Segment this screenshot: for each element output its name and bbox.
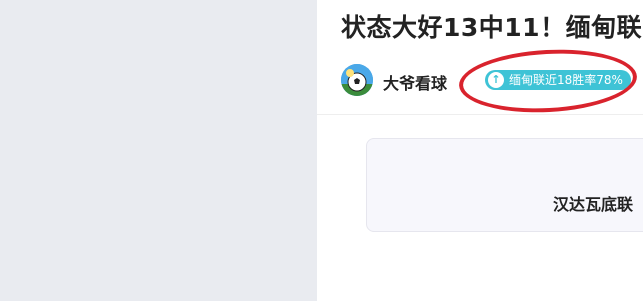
highlight-annotation <box>457 45 639 117</box>
content-card: 汉达瓦底联 <box>366 138 643 232</box>
card-text: 汉达瓦底联 <box>553 195 634 214</box>
article-title: 状态大好13中11！缅甸联 <box>341 13 643 42</box>
left-gutter <box>0 0 317 301</box>
soccer-ball-avatar-icon[interactable] <box>341 64 373 96</box>
article-panel: 状态大好13中11！缅甸联 大爷看球 ↑ 缅甸联近18胜率78% ♨ 汉达瓦底联 <box>317 0 643 301</box>
divider <box>317 114 643 115</box>
author-name[interactable]: 大爷看球 <box>383 70 447 94</box>
